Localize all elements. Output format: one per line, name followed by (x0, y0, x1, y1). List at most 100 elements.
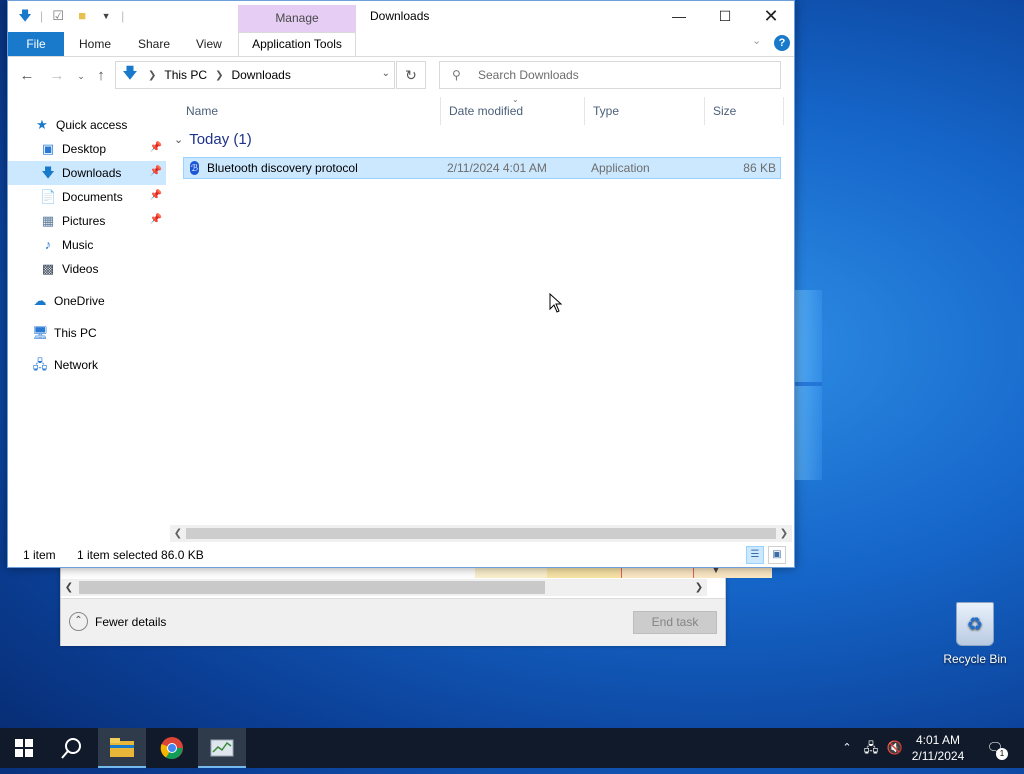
clock[interactable]: 4:01 AM 2/11/2024 (906, 732, 970, 764)
start-button[interactable] (0, 728, 48, 768)
maximize-icon[interactable]: ☐ (702, 1, 748, 32)
details-view-icon[interactable]: ☰ (746, 546, 764, 564)
nav-desktop[interactable]: ▣ Desktop 📌 (8, 137, 166, 161)
scroll-right-icon[interactable]: ❯ (776, 525, 792, 542)
group-label: Today (1) (189, 131, 252, 148)
task-manager-window: ▼ ❮ ❯ ⌃ Fewer details End task (60, 565, 772, 646)
nav-downloads[interactable]: 🡇 Downloads 📌 (8, 161, 166, 185)
downloads-icon: 🡇 (41, 165, 55, 180)
nav-videos[interactable]: ▩ Videos (8, 257, 166, 281)
recent-locations-icon[interactable]: ⌄ (70, 65, 92, 87)
nav-pictures[interactable]: ▦ Pictures 📌 (8, 209, 166, 233)
scroll-left-icon[interactable]: ❮ (61, 579, 77, 596)
tab-view[interactable]: View (184, 32, 234, 56)
search-input[interactable] (476, 67, 760, 83)
pin-icon[interactable]: 📌 (150, 214, 162, 225)
computer-icon: 🖥 (32, 325, 49, 340)
nav-label: Quick access (56, 118, 128, 132)
close-icon[interactable]: ✕ (748, 1, 794, 32)
clock-time: 4:01 AM (915, 733, 961, 747)
pin-icon[interactable]: 📌 (150, 166, 162, 177)
refresh-icon[interactable]: ↻ (396, 61, 426, 89)
recycle-bin-icon: ♻ (956, 602, 994, 646)
file-row[interactable]: ℬ Bluetooth discovery protocol 2/11/2024… (183, 157, 781, 179)
volume-muted-icon[interactable]: 🔇 (884, 728, 906, 768)
scroll-thumb[interactable] (79, 581, 545, 594)
file-explorer-taskbar-button[interactable] (98, 728, 146, 768)
nav-network[interactable]: 🖧 Network (8, 353, 166, 377)
fewer-details-button[interactable]: ⌃ Fewer details (69, 612, 166, 631)
scroll-thumb[interactable] (186, 528, 776, 539)
column-size[interactable]: Size (705, 97, 784, 125)
selection-info: 1 item selected 86.0 KB (77, 548, 204, 562)
nav-label: Documents (62, 190, 123, 204)
nav-quick-access[interactable]: ★ Quick access (8, 113, 166, 137)
title-bar: 🡇 | ☑ ■ ▼ | Manage Downloads — ☐ ✕ (8, 1, 794, 32)
desktop-wallpaper-logo-pane (795, 290, 822, 386)
help-icon[interactable]: ? (774, 35, 790, 51)
address-dropdown-icon[interactable]: ⌄ (382, 68, 390, 79)
tab-application-tools[interactable]: Application Tools (238, 32, 356, 56)
window-title: Downloads (370, 9, 430, 23)
collapse-group-icon[interactable]: ⌄ (174, 133, 183, 146)
tab-home[interactable]: Home (67, 32, 123, 56)
column-type[interactable]: Type (585, 97, 705, 125)
chevron-up-icon: ⌃ (69, 612, 88, 631)
nav-label: Downloads (62, 166, 122, 180)
recycle-bin-label: Recycle Bin (943, 652, 1007, 666)
task-manager-taskbar-button[interactable] (198, 728, 246, 768)
nav-label: Videos (62, 262, 99, 276)
file-explorer-window: 🡇 | ☑ ■ ▼ | Manage Downloads — ☐ ✕ File … (7, 0, 795, 568)
end-task-button[interactable]: End task (633, 611, 717, 634)
task-manager-hscrollbar[interactable]: ❮ ❯ (61, 579, 707, 596)
quick-access-toolbar: 🡇 | ☑ ■ ▼ | (16, 7, 124, 25)
scroll-left-icon[interactable]: ❮ (170, 525, 186, 542)
folder-icon (110, 738, 134, 757)
documents-icon: 📄 (40, 189, 57, 204)
desktop-icon: ▣ (41, 141, 55, 156)
up-arrow-icon[interactable]: ↑ (90, 65, 112, 87)
new-folder-icon[interactable]: ■ (73, 7, 91, 25)
minimize-icon[interactable]: — (656, 1, 702, 32)
tab-file[interactable]: File (8, 32, 64, 56)
breadcrumb-separator-icon[interactable]: ❯ (148, 70, 156, 81)
group-header-today[interactable]: ⌄ Today (1) (174, 131, 252, 148)
notification-badge: 1 (996, 748, 1008, 760)
search-box[interactable]: ⚲ (439, 61, 781, 89)
scroll-right-icon[interactable]: ❯ (691, 579, 707, 596)
column-name[interactable]: Name (178, 97, 441, 125)
downloads-icon: 🡇 (122, 64, 138, 82)
pin-icon[interactable]: 📌 (150, 142, 162, 153)
search-taskbar-button[interactable] (48, 728, 96, 768)
breadcrumb-separator-icon[interactable]: ❯ (215, 70, 223, 81)
column-headers: Name Date modified Type Size (178, 97, 784, 125)
pictures-icon: ▦ (41, 213, 55, 228)
customize-toolbar-icon[interactable]: ▼ (97, 7, 115, 25)
item-count: 1 item (23, 548, 56, 562)
nav-label: Pictures (62, 214, 106, 228)
recycle-bin-shortcut[interactable]: ♻ Recycle Bin (940, 602, 1010, 666)
task-manager-footer: ⌃ Fewer details End task (61, 598, 725, 646)
properties-icon[interactable]: ☑ (49, 7, 67, 25)
breadcrumb-downloads[interactable]: Downloads (231, 68, 290, 82)
address-bar[interactable]: 🡇 ❯ This PC ❯ Downloads ⌄ (115, 61, 395, 89)
tab-share[interactable]: Share (126, 32, 182, 56)
large-icons-view-icon[interactable]: ▣ (768, 546, 786, 564)
forward-arrow-icon[interactable]: → (46, 65, 68, 87)
nav-music[interactable]: ♪ Music (8, 233, 166, 257)
pin-icon[interactable]: 📌 (150, 190, 162, 201)
show-hidden-icons-icon[interactable]: ⌃ (838, 728, 856, 768)
network-status-icon[interactable]: 🖧 (860, 728, 882, 768)
navigation-pane: ★ Quick access ▣ Desktop 📌 🡇 Downloads 📌… (8, 95, 168, 531)
back-arrow-icon[interactable]: ← (16, 65, 38, 87)
search-icon: ⚲ (452, 68, 461, 82)
nav-this-pc[interactable]: 🖥 This PC (8, 321, 166, 345)
nav-onedrive[interactable]: ☁ OneDrive (8, 289, 166, 313)
horizontal-scrollbar[interactable]: ❮ ❯ (170, 525, 792, 542)
expand-ribbon-icon[interactable]: ⌄ (752, 34, 761, 47)
manage-context-tab[interactable]: Manage (238, 5, 356, 32)
notification-center-button[interactable]: 🗨 1 (980, 728, 1010, 768)
nav-documents[interactable]: 📄 Documents 📌 (8, 185, 166, 209)
breadcrumb-this-pc[interactable]: This PC (164, 68, 207, 82)
chrome-taskbar-button[interactable] (148, 728, 196, 768)
